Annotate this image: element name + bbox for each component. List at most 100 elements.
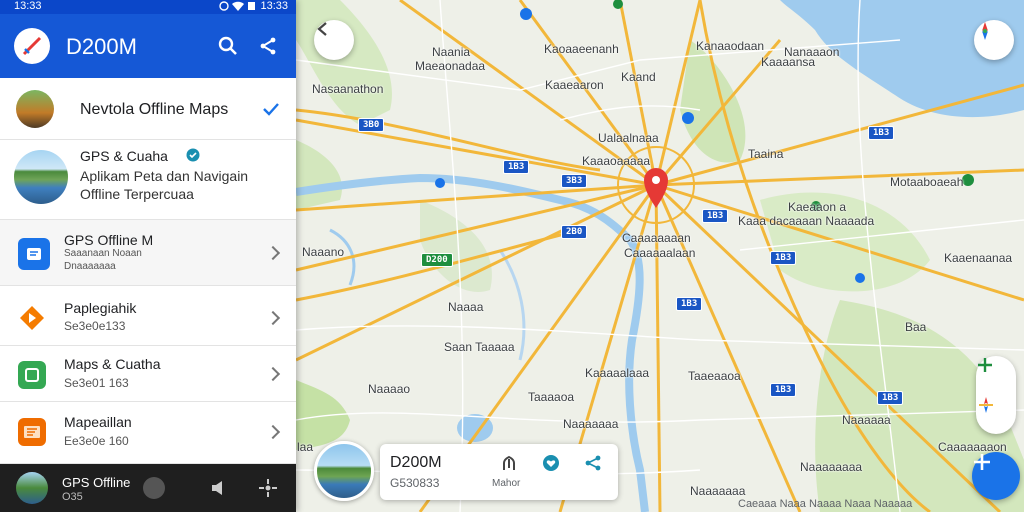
map-place-label: Kaand [621, 70, 656, 84]
record-button[interactable] [143, 477, 165, 499]
list-item-subtitle: Saaanaan Noaan [64, 248, 142, 259]
heart-pin-icon [543, 455, 559, 471]
map-place-label: Kaaa dacaaaan Naaaada [738, 214, 875, 228]
place-caption: Mahor [492, 478, 521, 489]
list-item-paplegiahik[interactable]: Paplegiahik Se3e0e133 [0, 286, 296, 346]
check-icon [263, 103, 279, 116]
map-place-label: Saan Taaaaa [444, 340, 515, 354]
map-controls [976, 356, 1016, 434]
verified-icon [186, 148, 200, 162]
featured-title: GPS & Cuaha [80, 148, 168, 164]
map-place-label: Naaano [302, 245, 345, 259]
map-place-label: Kaoaaeenanh [544, 42, 619, 56]
map-place-label: Kaaeaaron [545, 78, 604, 92]
road-shield: 1B3 [770, 251, 797, 265]
map-place-label: Taaina [748, 147, 784, 161]
map-place-label: Naaaao [368, 382, 411, 396]
road-shield: 3B3 [561, 174, 588, 188]
add-button[interactable] [972, 452, 1020, 500]
wifi-icon [232, 1, 245, 11]
mini-player[interactable]: GPS Offline O35 [0, 464, 296, 512]
park-shape [296, 140, 342, 210]
chevron-right-icon [265, 424, 281, 440]
share-button[interactable] [256, 34, 280, 58]
location-icon [979, 397, 993, 413]
compass-icon [982, 22, 988, 40]
plus-icon [974, 454, 990, 470]
directions-button[interactable] [500, 454, 520, 474]
map-place-label: Ualaalnaaa [598, 131, 659, 145]
road-shield: 1B3 [702, 209, 729, 223]
map-place-label: Naaaaaa [842, 413, 891, 427]
app-logo [14, 28, 50, 64]
map-place-label: Nanaaaon [784, 45, 840, 59]
cast-icon[interactable] [258, 478, 278, 498]
featured-desc-line2: Offline Terpercuaa [80, 186, 194, 202]
list-item-title: Paplegiahik [64, 300, 137, 316]
share-button[interactable] [584, 454, 604, 474]
square-app-icon [18, 361, 46, 389]
list-item-mapeaillan[interactable]: Mapeaillan Ee3e0e 160 [0, 402, 296, 464]
list-item-subtitle-2: Dnaaaaaaa [64, 261, 116, 272]
search-icon [218, 36, 237, 55]
compass-button[interactable] [974, 20, 1014, 60]
player-thumbnail [16, 472, 48, 504]
list-item-maps-cuatha[interactable]: Maps & Cuatha Se3e01 163 [0, 346, 296, 402]
road-shield: 1B3 [868, 126, 895, 140]
chevron-right-icon [265, 245, 281, 261]
share-icon [585, 455, 601, 471]
list-item-subtitle: Ee3e0e 160 [64, 434, 129, 448]
search-button[interactable] [216, 34, 240, 58]
gps-app-icon [18, 238, 50, 270]
road-shield: 3B0 [358, 118, 385, 132]
route-icon [503, 455, 515, 470]
play-app-icon [18, 304, 46, 332]
status-time: 13:33 [14, 0, 42, 12]
road-shield: 1B3 [770, 383, 797, 397]
road-shield: 2B0 [561, 225, 588, 239]
user-avatar [16, 90, 54, 128]
compass-needle-icon [22, 36, 42, 56]
poi-pin [962, 174, 974, 186]
road-shield: 1B3 [676, 297, 703, 311]
poi-pin [435, 178, 445, 188]
map-place-label: Taaaaoa [528, 390, 575, 404]
map-place-label: Baa [905, 320, 927, 334]
poi-pin [855, 273, 865, 283]
map-place-label: Taaeaaoa [688, 369, 741, 383]
back-button[interactable] [314, 20, 354, 60]
list-item-subtitle: Se3e0e133 [64, 319, 126, 333]
plus-icon [978, 358, 992, 372]
map-place-label: Kaeaaon a [788, 200, 847, 214]
chevron-left-icon [317, 22, 327, 36]
poi-pin [520, 8, 532, 20]
map-place-label: laa [297, 440, 314, 454]
header-item-title: Nevtola Offline Maps [80, 101, 229, 118]
road-shield: 1B3 [877, 391, 904, 405]
app-bar: D200M [0, 14, 296, 78]
app-title: D200M [66, 34, 137, 59]
featured-item[interactable]: GPS & Cuaha Aplikam Peta dan Navigain Of… [0, 140, 296, 220]
navigation-drawer: 13:33 13:33 D200M Nevtola Offline Maps G… [0, 0, 296, 512]
zoom-in-button[interactable] [976, 356, 1016, 395]
place-card[interactable]: D200M G530833 Mahor [380, 444, 618, 500]
destination-pin-dot [652, 176, 660, 184]
save-place-button[interactable] [542, 454, 562, 474]
locate-button[interactable] [976, 395, 1016, 434]
drawer-header-item[interactable]: Nevtola Offline Maps [0, 78, 296, 140]
list-item-subtitle: Se3e01 163 [64, 376, 129, 390]
player-title: GPS Offline [62, 475, 131, 490]
volume-icon[interactable] [210, 480, 226, 496]
featured-thumbnail [14, 150, 68, 204]
map-place-label: Kaaenaanaa [944, 251, 1013, 265]
list-item-title: Mapeaillan [64, 414, 132, 430]
road-shield: D200 [421, 253, 453, 267]
chevron-right-icon [265, 310, 281, 326]
place-thumbnail[interactable] [314, 441, 374, 501]
alarm-icon [219, 1, 230, 11]
list-item-gps-offline[interactable]: GPS Offline M Saaanaan Noaan Dnaaaaaaa [0, 220, 296, 286]
share-icon [260, 37, 276, 55]
featured-desc-line1: Aplikam Peta dan Navigain [80, 168, 249, 184]
chevron-right-icon [265, 366, 281, 382]
list-item-title: GPS Offline M [64, 232, 154, 248]
